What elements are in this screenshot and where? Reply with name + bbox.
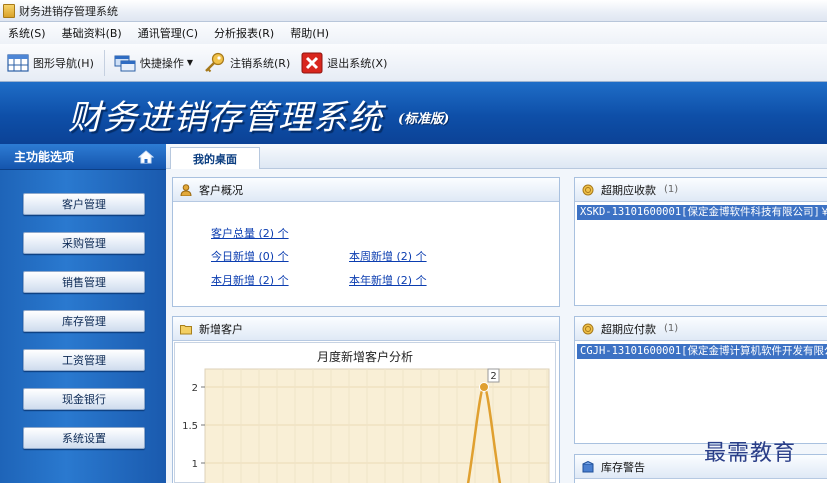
payables-header: 超期应付款 (1) (575, 317, 827, 341)
month-new-link[interactable]: 本月新增 (2) 个 (211, 272, 289, 288)
today-new-link[interactable]: 今日新增 (0) 个 (211, 248, 289, 264)
close-icon (300, 52, 324, 74)
receivables-title: 超期应收款 (601, 183, 656, 197)
y-tick-label: 1.5 (182, 421, 198, 432)
tab-strip: 我的桌面 (166, 144, 827, 169)
customer-overview-header: 客户概况 (173, 178, 559, 202)
main-content: 我的桌面 客户概况 客户总量 (2) 个 今日新增 (0) 个 本周新增 (2)… (166, 144, 827, 483)
windows-icon (113, 52, 137, 74)
folder-icon (180, 323, 192, 335)
payables-count: (1) (664, 323, 679, 334)
overdue-receivables-panel: 超期应收款 (1) XSKD-13101600001[保定金博软件科技有限公司]… (574, 177, 827, 306)
sidebar-item-purchasing[interactable]: 采购管理 (23, 232, 145, 254)
total-customers-link[interactable]: 客户总量 (2) 个 (211, 225, 289, 241)
key-icon (203, 52, 227, 74)
warning-icon (582, 460, 594, 473)
week-new-link[interactable]: 本周新增 (2) 个 (349, 248, 427, 264)
menu-help[interactable]: 帮助(H) (290, 25, 329, 41)
sidebar-header: 主功能选项 (0, 144, 166, 170)
receivable-row[interactable]: XSKD-13101600001[保定金博软件科技有限公司]￥16 (577, 205, 827, 220)
sidebar-item-inventory[interactable]: 库存管理 (23, 310, 145, 332)
data-point (479, 382, 489, 392)
menu-communication[interactable]: 通讯管理(C) (138, 25, 198, 41)
receivables-header: 超期应收款 (1) (575, 178, 827, 202)
grid-nav-icon (6, 52, 30, 74)
menu-basic-data[interactable]: 基础资料(B) (62, 25, 122, 41)
quick-actions-label: 快捷操作 (139, 56, 184, 70)
customer-overview-panel: 客户概况 客户总量 (2) 个 今日新增 (0) 个 本周新增 (2) 个 本月… (172, 177, 560, 307)
sidebar-title: 主功能选项 (14, 150, 75, 164)
receivables-count: (1) (664, 184, 679, 195)
y-tick-label: 2 (192, 383, 198, 394)
menu-system[interactable]: 系统(S) (8, 25, 46, 41)
banner-title: 财务进销存管理系统 (68, 98, 383, 138)
tab-my-desktop[interactable]: 我的桌面 (170, 147, 260, 169)
exit-label: 退出系统(X) (327, 56, 388, 70)
chevron-down-icon: ▼ (186, 58, 194, 67)
home-icon[interactable] (137, 149, 155, 164)
sidebar: 主功能选项 客户管理 采购管理 销售管理 库存管理 工资管理 现金银行 系统设置 (0, 144, 166, 483)
banner-edition: (标准版) (398, 112, 450, 127)
graphic-nav-button[interactable]: 图形导航(H) (6, 52, 94, 74)
stock-alert-title: 库存警告 (601, 460, 645, 474)
sidebar-item-sales[interactable]: 销售管理 (23, 271, 145, 293)
year-new-link[interactable]: 本年新增 (2) 个 (349, 272, 427, 288)
new-customers-title: 新增客户 (199, 322, 243, 336)
customer-overview-title: 客户概况 (199, 183, 243, 197)
menu-bar: 系统(S) 基础资料(B) 通讯管理(C) 分析报表(R) 帮助(H) (0, 22, 827, 44)
new-customers-header: 新增客户 (173, 317, 559, 341)
app-icon (3, 3, 15, 18)
banner: 财务进销存管理系统 (标准版) (0, 82, 827, 144)
window-title: 财务进销存管理系统 (19, 4, 118, 18)
sidebar-item-cash-bank[interactable]: 现金银行 (23, 388, 145, 410)
data-label: 2 (490, 371, 496, 382)
toolbar: 图形导航(H) 快捷操作 ▼ 注销系统(R) 退出系统(X) (0, 44, 827, 82)
sidebar-item-customers[interactable]: 客户管理 (23, 193, 145, 215)
overdue-payables-panel: 超期应付款 (1) CGJH-13101600001[保定金博计算机软件开发有限… (574, 316, 827, 444)
exit-button[interactable]: 退出系统(X) (300, 52, 387, 74)
coins-icon (582, 323, 594, 335)
payables-title: 超期应付款 (601, 322, 656, 336)
title-bar: 财务进销存管理系统 (0, 0, 827, 22)
monthly-customer-chart: 月度新增客户分析 2 1.5 1 2 (174, 342, 556, 483)
payable-row[interactable]: CGJH-13101600001[保定金博计算机软件开发有限公司 (577, 344, 827, 359)
graphic-nav-label: 图形导航(H) (33, 56, 94, 70)
watermark: 最需教育 (704, 441, 797, 466)
menu-reports[interactable]: 分析报表(R) (214, 25, 274, 41)
toolbar-separator (103, 49, 105, 76)
y-tick-label: 1 (192, 459, 198, 470)
person-icon (180, 183, 192, 196)
logout-button[interactable]: 注销系统(R) (203, 52, 290, 74)
quick-actions-button[interactable]: 快捷操作 ▼ (113, 52, 193, 74)
logout-label: 注销系统(R) (230, 56, 291, 70)
coins-icon (582, 184, 594, 196)
sidebar-item-settings[interactable]: 系统设置 (23, 427, 145, 449)
chart-plot: 2 1.5 1 2 (182, 368, 550, 483)
sidebar-item-payroll[interactable]: 工资管理 (23, 349, 145, 371)
